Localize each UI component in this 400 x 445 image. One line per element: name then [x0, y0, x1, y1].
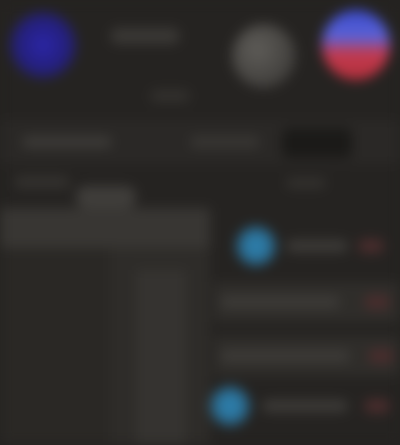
list-item-label: [286, 240, 348, 252]
list-item[interactable]: [214, 226, 400, 266]
list-item-label: [220, 296, 340, 308]
status-badge: [368, 349, 394, 363]
header-subtitle: [150, 90, 190, 102]
status-badge: [358, 239, 384, 253]
toolbar-secondary-label: [190, 136, 260, 148]
status-badge: [364, 399, 390, 413]
toolbar-label: [22, 136, 112, 148]
app-screen: [0, 0, 400, 445]
header-title: [110, 28, 180, 44]
list-item[interactable]: [214, 282, 400, 322]
list-item[interactable]: [214, 336, 400, 376]
section-label: [14, 176, 70, 188]
blue-circle-icon: [210, 386, 250, 426]
left-panel-column: [0, 248, 110, 445]
list-item-label: [220, 350, 350, 362]
app-logo-icon[interactable]: [10, 12, 76, 78]
status-badge: [364, 295, 390, 309]
left-panel-header: [0, 208, 210, 248]
toolbar-button[interactable]: [282, 128, 352, 158]
list-item-label: [262, 400, 348, 412]
blue-circle-icon: [236, 226, 276, 266]
profile-icon[interactable]: [322, 10, 390, 80]
left-panel-column: [136, 270, 186, 445]
section-right-label: [286, 178, 326, 188]
tab-chip[interactable]: [76, 186, 136, 208]
avatar[interactable]: [232, 24, 296, 88]
list-item[interactable]: [210, 384, 400, 426]
